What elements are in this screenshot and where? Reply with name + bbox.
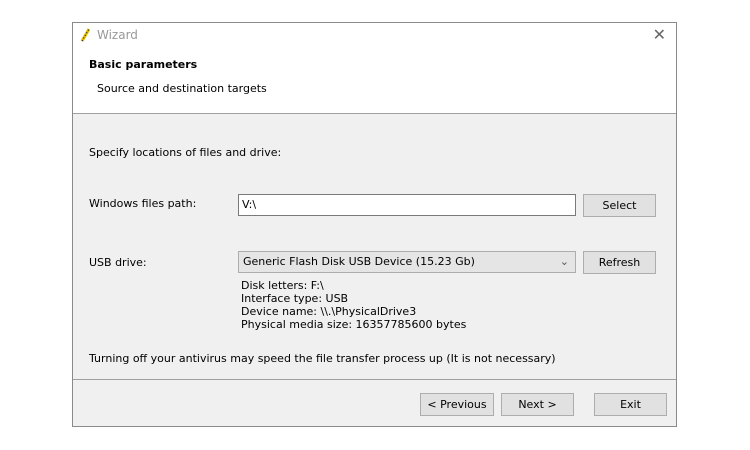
files-path-label: Windows files path: — [89, 197, 197, 210]
intro-text: Specify locations of files and drive: — [89, 146, 282, 159]
antivirus-note: Turning off your antivirus may speed the… — [89, 352, 556, 365]
drive-info: Disk letters: F:\ Interface type: USB De… — [241, 279, 466, 331]
next-button[interactable]: Next > — [501, 393, 574, 416]
disk-letters: Disk letters: F:\ — [241, 279, 324, 292]
chevron-down-icon: ⌄ — [559, 255, 569, 268]
close-icon[interactable]: ✕ — [653, 25, 666, 44]
interface-type: Interface type: USB — [241, 292, 349, 305]
select-button[interactable]: Select — [583, 194, 656, 217]
page-subtitle: Source and destination targets — [97, 82, 267, 95]
window-title: Wizard — [97, 28, 138, 42]
files-path-input[interactable]: V:\ — [238, 194, 576, 216]
page-title: Basic parameters — [89, 58, 198, 71]
usb-drive-selected: Generic Flash Disk USB Device (15.23 Gb) — [243, 255, 475, 268]
footer-divider — [73, 379, 676, 380]
exit-button[interactable]: Exit — [594, 393, 667, 416]
media-size: Physical media size: 16357785600 bytes — [241, 318, 467, 331]
usb-drive-label: USB drive: — [89, 256, 147, 269]
usb-drive-select[interactable]: Generic Flash Disk USB Device (15.23 Gb)… — [238, 251, 576, 273]
previous-button[interactable]: < Previous — [420, 393, 494, 416]
refresh-button[interactable]: Refresh — [583, 251, 656, 274]
wizard-header: Wizard ✕ Basic parameters Source and des… — [73, 23, 676, 114]
device-name: Device name: \\.\PhysicalDrive3 — [241, 305, 417, 318]
pencil-icon — [80, 28, 91, 42]
wizard-window: Wizard ✕ Basic parameters Source and des… — [72, 22, 677, 427]
